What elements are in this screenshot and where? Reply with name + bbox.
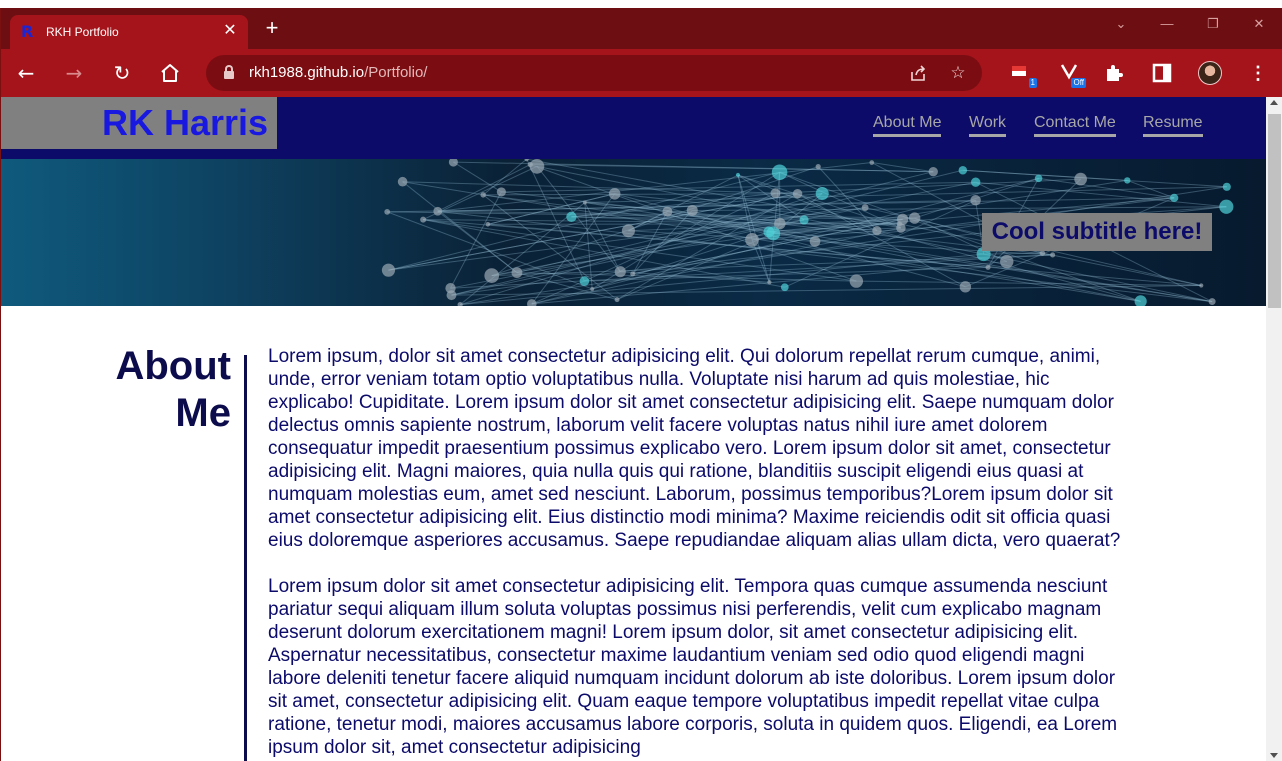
- home-icon[interactable]: [158, 61, 182, 85]
- tab-bar: R RKH Portfolio ✕ + ⌄ — ❐ ✕: [1, 8, 1282, 49]
- tab-title: RKH Portfolio: [46, 25, 119, 39]
- extensions-puzzle-icon[interactable]: [1102, 61, 1126, 85]
- browser-toolbar: ← → ↻ rkh1988.github.io/Portfolio/ ☆ 1 O…: [1, 49, 1282, 97]
- about-me-heading: About Me: [61, 343, 231, 437]
- tab-search-chevron-icon[interactable]: ⌄: [1106, 14, 1136, 34]
- side-panel-icon[interactable]: [1150, 61, 1174, 85]
- profile-avatar[interactable]: [1198, 61, 1222, 85]
- nav-link-resume[interactable]: Resume: [1143, 113, 1203, 137]
- vpn-extension-badge: Off: [1071, 78, 1086, 88]
- url-text[interactable]: rkh1988.github.io/Portfolio/: [249, 64, 427, 82]
- scroll-down-arrow-icon[interactable]: [1270, 753, 1278, 758]
- site-logo[interactable]: RK Harris: [102, 103, 268, 143]
- about-paragraph: Lorem ipsum, dolor sit amet consectetur …: [268, 346, 1121, 551]
- tab-close-icon[interactable]: ✕: [221, 22, 239, 40]
- logo-box: RK Harris: [1, 97, 277, 149]
- scroll-thumb[interactable]: [1268, 114, 1281, 308]
- nav-link-work[interactable]: Work: [969, 113, 1007, 137]
- share-icon[interactable]: [908, 63, 928, 83]
- page-viewport: RK Harris About Me Work Contact Me Resum…: [1, 97, 1266, 761]
- url-path: /Portfolio/: [364, 64, 428, 81]
- site-favicon-icon: R: [21, 22, 34, 41]
- restore-window-button[interactable]: ❐: [1198, 14, 1228, 34]
- flag-extension-icon[interactable]: 1: [1009, 61, 1037, 88]
- scroll-up-arrow-icon[interactable]: [1270, 100, 1278, 105]
- new-tab-button[interactable]: +: [260, 16, 284, 40]
- nav-link-about-me[interactable]: About Me: [873, 113, 942, 137]
- url-host: rkh1988.github.io: [249, 64, 365, 81]
- reload-icon[interactable]: ↻: [110, 61, 134, 85]
- browser-window: R RKH Portfolio ✕ + ⌄ — ❐ ✕ ← → ↻ rkh198…: [0, 8, 1282, 761]
- browser-menu-icon[interactable]: ⋮: [1249, 61, 1267, 85]
- hero-subtitle: Cool subtitle here!: [982, 213, 1212, 251]
- screen-top-strip: [0, 0, 1282, 8]
- nav-link-contact-me[interactable]: Contact Me: [1034, 113, 1116, 137]
- tab-rkh-portfolio[interactable]: R RKH Portfolio ✕: [10, 15, 248, 49]
- vpn-extension-icon[interactable]: Off: [1058, 61, 1086, 88]
- about-paragraph: Lorem ipsum dolor sit amet consectetur a…: [268, 576, 1118, 758]
- close-window-button[interactable]: ✕: [1244, 14, 1274, 34]
- lock-icon[interactable]: [224, 65, 234, 79]
- flag-extension-badge: 1: [1028, 78, 1037, 88]
- hero-banner: Cool subtitle here!: [1, 159, 1266, 306]
- about-heading-line2: Me: [175, 391, 231, 435]
- about-heading-line1: About: [115, 344, 231, 388]
- minimize-window-button[interactable]: —: [1152, 14, 1182, 34]
- about-divider: [244, 355, 247, 761]
- back-arrow-icon[interactable]: ←: [14, 61, 38, 85]
- about-me-body: Lorem ipsum, dolor sit amet consectetur …: [268, 345, 1130, 761]
- forward-arrow-icon[interactable]: →: [62, 61, 86, 85]
- page-scrollbar[interactable]: [1266, 97, 1282, 761]
- bookmark-star-icon[interactable]: ☆: [948, 63, 968, 83]
- site-header: RK Harris About Me Work Contact Me Resum…: [1, 97, 1266, 159]
- address-bar[interactable]: rkh1988.github.io/Portfolio/ ☆: [206, 55, 982, 91]
